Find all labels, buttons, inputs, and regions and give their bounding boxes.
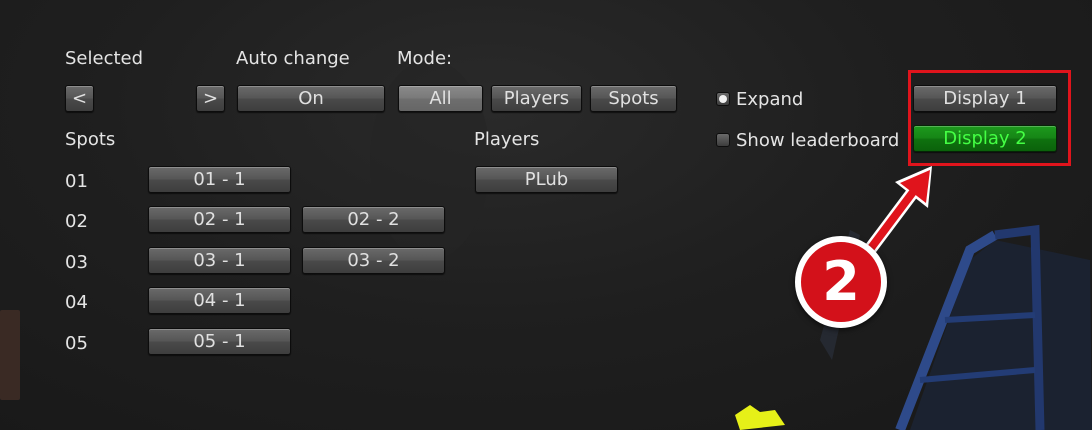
spot-row-label: 02: [65, 211, 88, 232]
background-shape: [0, 310, 20, 400]
mode-all-button[interactable]: All: [398, 85, 483, 112]
players-header: Players: [474, 129, 540, 150]
spots-header: Spots: [65, 129, 116, 150]
mode-label: Mode:: [397, 48, 453, 69]
auto-change-label: Auto change: [236, 48, 350, 69]
spot-row-label: 01: [65, 171, 88, 192]
mode-spots-button[interactable]: Spots: [590, 85, 677, 112]
spot-button[interactable]: 03 - 1: [148, 247, 291, 274]
yellow-object: [735, 405, 785, 430]
expand-label[interactable]: Expand: [736, 89, 803, 111]
selected-label: Selected: [65, 48, 144, 69]
spot-row-label: 03: [65, 252, 88, 273]
leaderboard-label[interactable]: Show leaderboard: [736, 130, 899, 152]
spot-button[interactable]: 03 - 2: [302, 247, 445, 274]
spot-button[interactable]: 04 - 1: [148, 287, 291, 314]
spot-button[interactable]: 01 - 1: [148, 166, 291, 193]
spot-button[interactable]: 02 - 1: [148, 206, 291, 233]
player-button[interactable]: PLub: [475, 166, 618, 193]
highlight-box: [908, 70, 1071, 166]
spot-row-label: 05: [65, 333, 88, 354]
next-button[interactable]: >: [196, 85, 225, 112]
previous-button[interactable]: <: [65, 85, 94, 112]
spot-row-label: 04: [65, 292, 88, 313]
spot-button[interactable]: 02 - 2: [302, 206, 445, 233]
mode-players-button[interactable]: Players: [491, 85, 582, 112]
spot-button[interactable]: 05 - 1: [148, 328, 291, 355]
auto-change-toggle[interactable]: On: [237, 85, 385, 112]
leaderboard-checkbox[interactable]: [716, 133, 730, 147]
expand-checkbox[interactable]: [716, 92, 730, 106]
step-number-badge: 2: [795, 236, 887, 328]
